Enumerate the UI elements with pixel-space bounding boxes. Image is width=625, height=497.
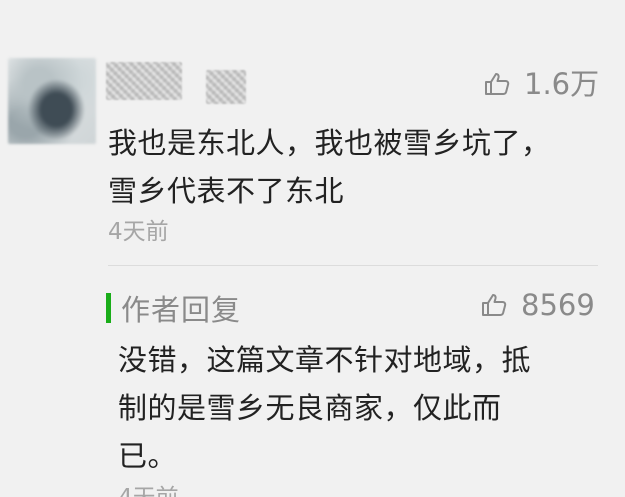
reply-accent-bar bbox=[106, 293, 111, 323]
nickname-obscured bbox=[106, 62, 182, 100]
reply-line: 没错，这篇文章不针对地域，抵 bbox=[118, 343, 532, 377]
comment-line: 我也是东北人，我也被雪乡坑了， bbox=[108, 126, 551, 160]
nickname-obscured bbox=[206, 70, 246, 104]
reply-line: 已。 bbox=[118, 439, 178, 473]
author-reply-label: 作者回复 bbox=[121, 293, 242, 327]
author-reply-body: 没错，这篇文章不针对地域，抵 制的是雪乡无良商家，仅此而 已。 bbox=[118, 336, 588, 480]
comment-line: 雪乡代表不了东北 bbox=[108, 174, 345, 208]
thumbs-up-icon bbox=[482, 294, 507, 316]
reply-line: 制的是雪乡无良商家，仅此而 bbox=[118, 391, 502, 425]
thumbs-up-icon bbox=[485, 73, 510, 95]
author-reply-header: 作者回复 bbox=[106, 288, 241, 328]
like-count: 1.6万 bbox=[524, 67, 600, 101]
like-button[interactable]: 1.6万 bbox=[484, 64, 599, 104]
comment-body: 我也是东北人，我也被雪乡坑了， 雪乡代表不了东北 bbox=[108, 119, 598, 215]
avatar[interactable] bbox=[8, 58, 96, 144]
reply-like-count: 8569 bbox=[521, 288, 595, 322]
comment-timestamp: 4天前 bbox=[108, 219, 169, 245]
reply-timestamp: 4天前 bbox=[118, 478, 179, 497]
comment-thread: 1.6万 我也是东北人，我也被雪乡坑了， 雪乡代表不了东北 4天前 作者回复 8… bbox=[0, 0, 625, 497]
divider bbox=[108, 265, 598, 266]
reply-like-button[interactable]: 8569 bbox=[481, 285, 595, 325]
